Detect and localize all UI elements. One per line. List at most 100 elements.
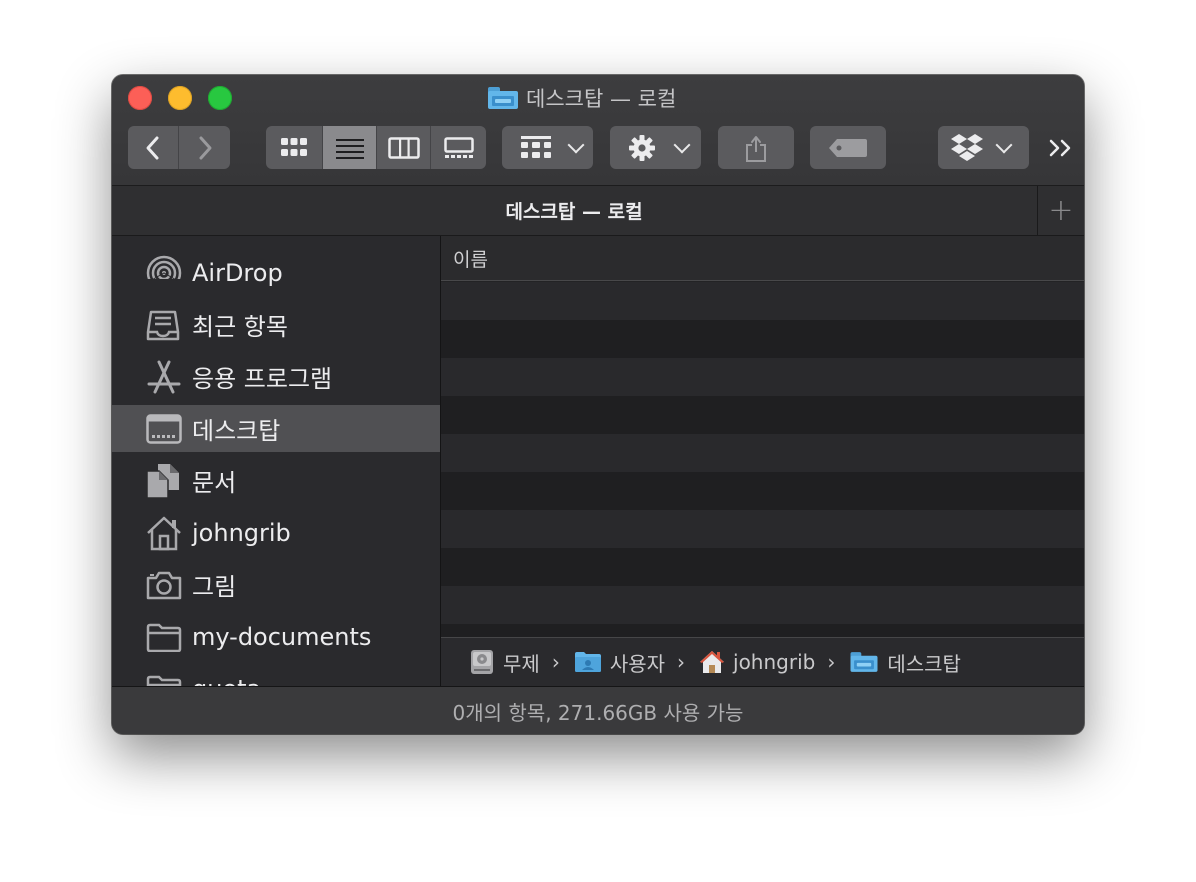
empty-row xyxy=(441,282,1084,320)
sidebar-item-desktop[interactable]: 데스크탑 xyxy=(112,405,440,452)
sidebar-item-airdrop[interactable]: AirDrop xyxy=(112,249,440,296)
more-toolbar-button[interactable] xyxy=(1046,133,1076,163)
list-view-icon xyxy=(335,138,364,159)
sidebar-item-pictures[interactable]: 그림 xyxy=(112,561,440,608)
column-header-name[interactable]: 이름 xyxy=(441,236,1084,281)
recents-icon xyxy=(146,306,184,344)
path-crumb-label: 사용자 xyxy=(609,651,666,676)
forward-button[interactable] xyxy=(179,126,230,169)
sidebar-item-my-documents[interactable]: my-documents xyxy=(112,613,440,660)
disk-icon xyxy=(471,650,493,674)
column-view-icon xyxy=(387,136,420,159)
tab-title-text: 데스크탑 — 로컬 xyxy=(505,201,643,223)
path-crumb-label: 무제 xyxy=(503,651,540,676)
view-mode-segment xyxy=(266,126,486,169)
folder-icon xyxy=(146,670,184,686)
nav-segment xyxy=(128,126,230,169)
desktop-icon xyxy=(146,410,184,448)
chevron-down-icon xyxy=(567,136,585,153)
sidebar-item-label: 그림 xyxy=(192,573,237,601)
empty-row xyxy=(441,586,1084,624)
empty-row xyxy=(441,320,1084,358)
column-view-button[interactable] xyxy=(377,126,431,169)
empty-row xyxy=(441,358,1084,396)
icon-view-icon xyxy=(281,137,307,156)
new-tab-button[interactable]: + xyxy=(1037,186,1084,235)
sidebar-item-label: johngrib xyxy=(192,518,291,547)
group-icon xyxy=(521,135,551,158)
home-icon xyxy=(146,514,184,552)
chevron-right-icon xyxy=(199,136,211,159)
tags-button[interactable] xyxy=(810,126,886,169)
documents-icon xyxy=(146,462,184,500)
tab-desktop[interactable]: 데스크탑 — 로컬 xyxy=(112,186,1036,235)
home-icon xyxy=(700,651,725,673)
camera-icon xyxy=(146,566,184,604)
airdrop-icon xyxy=(146,254,184,292)
sidebar-item-label: 데스크탑 xyxy=(192,417,281,445)
status-text: 0개의 항목, 271.66GB 사용 가능 xyxy=(452,700,744,725)
path-crumb-label: johngrib xyxy=(733,650,816,674)
desktop-folder-icon xyxy=(850,652,878,672)
empty-row xyxy=(441,396,1084,434)
toolbar: 데스크탑 — 로컬 xyxy=(112,75,1084,186)
path-separator: › xyxy=(551,650,560,674)
empty-row xyxy=(441,624,1084,637)
status-bar: 0개의 항목, 271.66GB 사용 가능 xyxy=(112,686,1084,734)
window-title-text: 데스크탑 — 로컬 xyxy=(526,87,677,111)
gallery-view-icon xyxy=(443,136,474,158)
column-header-label: 이름 xyxy=(453,248,488,271)
empty-row xyxy=(441,510,1084,548)
group-button[interactable] xyxy=(502,126,593,169)
path-bar: 무제 › 사용자 › johngrib › 데스크탑 xyxy=(441,637,1084,686)
tab-bar: 데스크탑 — 로컬 + xyxy=(112,186,1084,236)
minimize-window-button[interactable] xyxy=(168,86,192,110)
sidebar-item-label: 최근 항목 xyxy=(192,313,288,341)
icon-view-button[interactable] xyxy=(266,126,323,169)
window-title: 데스크탑 — 로컬 xyxy=(488,83,676,113)
gear-icon xyxy=(629,134,655,161)
chevron-left-icon xyxy=(146,136,159,159)
list-view-button[interactable] xyxy=(323,126,377,169)
plus-icon: + xyxy=(1048,193,1074,228)
tag-icon xyxy=(829,138,867,157)
path-crumb-users[interactable]: 사용자 xyxy=(574,648,665,677)
gallery-view-button[interactable] xyxy=(431,126,486,169)
sidebar-item-recents[interactable]: 최근 항목 xyxy=(112,301,440,348)
sidebar-item-label: 응용 프로그램 xyxy=(192,365,333,393)
sidebar-item-label: AirDrop xyxy=(192,258,283,287)
action-button[interactable] xyxy=(610,126,701,169)
users-folder-icon xyxy=(574,652,601,672)
path-crumb-desktop[interactable]: 데스크탑 xyxy=(849,648,961,677)
sidebar-item-home[interactable]: johngrib xyxy=(112,509,440,556)
share-button[interactable] xyxy=(718,126,794,169)
double-chevron-right-icon xyxy=(1049,139,1071,157)
sidebar: AirDrop 최근 항목 응용 프로그램 데스크탑 문서 johngrib 그… xyxy=(112,236,441,686)
chevron-down-icon xyxy=(673,136,691,153)
file-list: 이름 무제 › 사용자 › johngrib › 데스크탑 xyxy=(441,236,1084,686)
chevron-down-icon xyxy=(995,136,1013,153)
sidebar-item-label: my-documents xyxy=(192,622,372,651)
sidebar-item-quota[interactable]: quota xyxy=(112,665,440,686)
finder-window: 데스크탑 — 로컬 데스크탑 — 로컬 + AirDrop 최근 항목 응용 프… xyxy=(112,75,1084,734)
path-crumb-label: 데스크탑 xyxy=(887,651,961,676)
dropbox-icon xyxy=(951,133,983,161)
empty-row xyxy=(441,548,1084,586)
sidebar-item-documents[interactable]: 문서 xyxy=(112,457,440,504)
share-icon xyxy=(746,135,766,162)
path-separator: › xyxy=(827,650,836,674)
empty-row xyxy=(441,472,1084,510)
zoom-window-button[interactable] xyxy=(208,86,232,110)
path-crumb-home[interactable]: johngrib xyxy=(699,649,815,675)
dropbox-button[interactable] xyxy=(938,126,1029,169)
applications-icon xyxy=(146,358,184,396)
empty-row xyxy=(441,434,1084,472)
sidebar-item-label: 문서 xyxy=(192,469,237,497)
sidebar-item-applications[interactable]: 응용 프로그램 xyxy=(112,353,440,400)
desktop-folder-icon xyxy=(488,87,518,109)
path-crumb-disk[interactable]: 무제 xyxy=(469,648,540,677)
sidebar-item-label: quota xyxy=(192,675,261,687)
back-button[interactable] xyxy=(128,126,179,169)
path-separator: › xyxy=(677,650,686,674)
close-window-button[interactable] xyxy=(128,86,152,110)
